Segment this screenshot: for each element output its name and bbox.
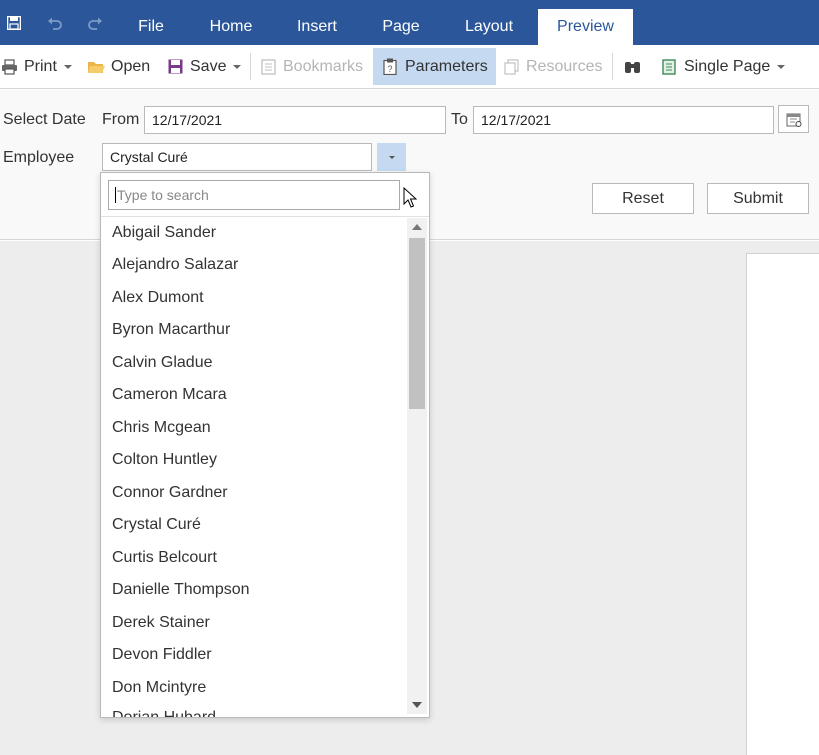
find-button[interactable] [623, 48, 647, 85]
list-item[interactable]: Don Mcintyre [112, 679, 206, 697]
save-icon [7, 15, 21, 30]
list-item[interactable]: Byron Macarthur [112, 321, 230, 339]
list-item[interactable]: Colton Huntley [112, 451, 217, 469]
resources-icon [502, 58, 520, 76]
tab-layout[interactable]: Layout [452, 9, 526, 45]
list-item[interactable]: Connor Gardner [112, 484, 228, 502]
open-button[interactable]: Open [87, 48, 150, 85]
report-page [746, 253, 819, 755]
tab-insert[interactable]: Insert [283, 9, 351, 45]
view-mode-dropdown[interactable]: Single Page [660, 48, 786, 85]
save-icon [166, 58, 184, 76]
text-caret [115, 187, 116, 203]
list-item[interactable]: Devon Fiddler [112, 646, 212, 664]
list-item[interactable]: Alejandro Salazar [112, 256, 238, 274]
clipboard-icon: ? [381, 58, 399, 76]
scrollbar-thumb[interactable] [409, 238, 425, 409]
list-item[interactable]: Alex Dumont [112, 289, 204, 307]
employee-options: Abigail Sander Alejandro Salazar Alex Du… [101, 218, 406, 717]
view-mode-label: Single Page [684, 57, 771, 75]
from-date-field[interactable]: 12/17/2021 [144, 106, 446, 134]
list-item[interactable]: Curtis Belcourt [112, 549, 217, 567]
toolbar-separator [250, 53, 251, 80]
list-item[interactable]: Danielle Thompson [112, 581, 250, 599]
view-mode-caret [777, 64, 786, 69]
resources-label: Resources [526, 57, 603, 75]
tab-page[interactable]: Page [368, 9, 434, 45]
list-item[interactable]: Calvin Gladue [112, 354, 213, 372]
redo-icon [88, 17, 102, 30]
employee-select[interactable]: Crystal Curé [102, 143, 372, 171]
chevron-down-icon [388, 155, 395, 159]
undo-button[interactable] [43, 0, 67, 45]
employee-dropdown-list: Type to search Abigail Sander Alejandro … [100, 172, 430, 718]
redo-button[interactable] [83, 0, 107, 45]
to-label: To [451, 111, 468, 128]
quick-save-button[interactable] [2, 0, 26, 45]
print-label: Print [24, 57, 57, 75]
list-item[interactable]: Derek Stainer [112, 614, 210, 632]
preview-toolbar: Print Open Save Bookmarks ? Parameters R… [0, 45, 819, 89]
search-placeholder: Type to search [117, 187, 209, 203]
dropdown-search-input[interactable]: Type to search [108, 180, 400, 210]
dropdown-divider [101, 216, 429, 217]
save-dropdown-caret [233, 64, 242, 69]
open-label: Open [111, 57, 151, 75]
ribbon-tab-bar: File Home Insert Page Layout Preview [0, 0, 819, 45]
submit-button[interactable]: Submit [707, 183, 809, 214]
from-label: From [102, 111, 140, 128]
parameters-button[interactable]: ? Parameters [373, 48, 496, 85]
printer-icon [0, 58, 18, 76]
reset-button[interactable]: Reset [592, 183, 694, 214]
bookmarks-button[interactable]: Bookmarks [259, 48, 363, 85]
parameters-label: Parameters [405, 57, 488, 75]
list-item[interactable]: Abigail Sander [112, 224, 216, 242]
list-item[interactable]: Dorian Hubard [112, 709, 216, 717]
employee-dropdown-button[interactable] [377, 143, 406, 171]
undo-icon [48, 17, 62, 30]
select-date-label: Select Date [3, 111, 86, 128]
mouse-pointer-icon [403, 186, 418, 214]
to-date-field[interactable]: 12/17/2021 [473, 106, 774, 134]
binoculars-icon [623, 58, 641, 76]
scroll-down-icon[interactable] [412, 702, 422, 708]
tab-preview[interactable]: Preview [538, 9, 633, 45]
page-icon [660, 58, 678, 76]
tab-home[interactable]: Home [195, 9, 267, 45]
tab-file[interactable]: File [120, 9, 182, 45]
dropdown-scrollbar[interactable] [407, 218, 427, 714]
svg-text:?: ? [387, 64, 392, 74]
bookmarks-icon [259, 58, 277, 76]
print-button[interactable]: Print [0, 48, 72, 85]
scroll-up-icon[interactable] [412, 224, 422, 230]
bookmarks-label: Bookmarks [283, 57, 364, 75]
list-item[interactable]: Crystal Curé [112, 516, 201, 534]
print-dropdown-caret [63, 64, 72, 69]
calendar-button[interactable] [778, 105, 809, 133]
list-item[interactable]: Cameron Mcara [112, 386, 227, 404]
employee-label: Employee [3, 149, 75, 166]
resources-button[interactable]: Resources [502, 48, 602, 85]
save-button[interactable]: Save [166, 48, 242, 85]
toolbar-separator [612, 53, 613, 80]
list-item[interactable]: Chris Mcgean [112, 419, 211, 437]
calendar-icon [786, 113, 801, 127]
folder-icon [87, 58, 105, 76]
save-label: Save [190, 57, 227, 75]
